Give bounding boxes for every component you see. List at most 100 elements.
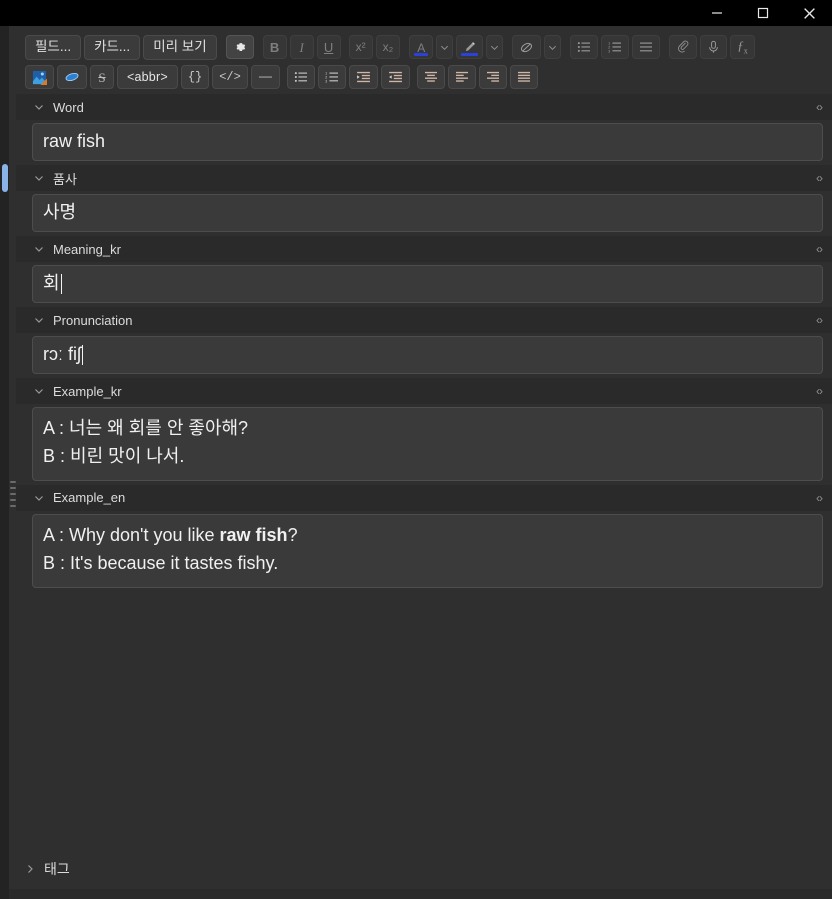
- bullet-list-button-2[interactable]: [286, 65, 315, 89]
- svg-text:3: 3: [608, 49, 610, 53]
- field-input[interactable]: 회: [32, 265, 823, 303]
- field-header[interactable]: Example_kr ‹›: [16, 378, 832, 404]
- image-occlusion-button[interactable]: [25, 65, 54, 89]
- field-header[interactable]: Meaning_kr ‹›: [16, 236, 832, 262]
- unordered-list-button[interactable]: [570, 35, 599, 59]
- settings-button[interactable]: [225, 35, 254, 59]
- field-header[interactable]: 품사 ‹›: [16, 165, 832, 191]
- indent-button[interactable]: [348, 65, 378, 89]
- align-left-button[interactable]: [447, 65, 476, 89]
- left-scrollbar-thumb[interactable]: [2, 164, 8, 192]
- superscript-button[interactable]: x²: [348, 35, 373, 59]
- chevron-down-icon[interactable]: [32, 244, 46, 254]
- fields-button[interactable]: 필드...: [25, 34, 82, 60]
- abbr-button[interactable]: <abbr>: [117, 65, 178, 89]
- html-editor-icon[interactable]: ‹›: [816, 384, 823, 398]
- subscript-button[interactable]: x₂: [375, 35, 401, 59]
- html-editor-icon[interactable]: ‹›: [816, 242, 823, 256]
- align-right-button[interactable]: [478, 65, 507, 89]
- html-editor-icon[interactable]: ‹›: [816, 100, 823, 114]
- chevron-right-icon: [25, 864, 35, 874]
- field-value: raw fish: [43, 131, 106, 152]
- preview-button[interactable]: 미리 보기: [143, 34, 217, 60]
- paperclip-icon: [676, 40, 690, 54]
- field-drag-handle[interactable]: [10, 481, 16, 507]
- equation-button[interactable]: ƒx: [730, 35, 755, 59]
- field-input[interactable]: rɔː fiʃ: [32, 336, 823, 374]
- strikethrough-button[interactable]: S: [90, 65, 114, 89]
- text-color-button[interactable]: A: [409, 35, 434, 59]
- ordered-list-button[interactable]: 123: [601, 35, 630, 59]
- maximize-button[interactable]: [740, 0, 786, 26]
- field-input[interactable]: 사명: [32, 194, 823, 232]
- cloze-button[interactable]: [57, 65, 87, 89]
- function-fx-icon: ƒx: [737, 37, 748, 56]
- field-value: 사명: [43, 202, 77, 223]
- record-audio-button[interactable]: [700, 35, 728, 59]
- align-center-button[interactable]: [416, 65, 445, 89]
- field-block: 품사 ‹› 사명: [9, 165, 832, 232]
- html-editor-icon[interactable]: ‹›: [816, 491, 823, 505]
- bold-button[interactable]: B: [262, 35, 287, 59]
- cards-button[interactable]: 카드...: [84, 34, 141, 60]
- highlight-color-button[interactable]: [456, 35, 484, 59]
- remove-formatting-button[interactable]: [512, 35, 542, 59]
- chevron-down-icon[interactable]: [32, 102, 46, 112]
- code-button[interactable]: </>: [212, 65, 248, 89]
- html-editor-icon[interactable]: ‹›: [816, 171, 823, 185]
- outdent-button[interactable]: [380, 65, 410, 89]
- chevron-down-icon[interactable]: [32, 493, 46, 503]
- field-header[interactable]: Example_en ‹›: [16, 484, 832, 511]
- blue-ellipse-icon: [64, 70, 80, 84]
- bullet-list-icon: [294, 71, 308, 83]
- text-color-swatch: [414, 53, 429, 56]
- highlight-color-dropdown[interactable]: [486, 35, 504, 59]
- braces-button[interactable]: {}: [180, 65, 210, 89]
- editor-window: 필드... 카드... 미리 보기 B I U x² x₂ A 1 2 3 ƒx…: [0, 26, 832, 899]
- chevron-down-icon[interactable]: [32, 315, 46, 325]
- field-header[interactable]: Pronunciation ‹›: [16, 307, 832, 333]
- maximize-icon: [757, 7, 769, 19]
- minimize-icon: [711, 7, 723, 19]
- text-caret: [82, 345, 83, 365]
- toolbar-row-secondary: S <abbr> {} </> 123: [9, 62, 832, 92]
- field-block: Example_en ‹› A : Why don't you like raw f…: [9, 484, 832, 588]
- horizontal-rule-button[interactable]: [250, 65, 280, 89]
- editor-toolbars: 필드... 카드... 미리 보기 B I U x² x₂ A 1 2 3 ƒx…: [0, 26, 832, 94]
- field-name-label: Example_en: [53, 490, 126, 506]
- align-right-icon: [486, 71, 500, 83]
- field-value: rɔː fiʃ: [43, 344, 81, 365]
- outdent-icon: [388, 71, 403, 83]
- text-caret: [60, 274, 62, 294]
- chevron-down-icon[interactable]: [32, 173, 46, 183]
- window-bottom-edge: [0, 889, 832, 899]
- chevron-down-icon[interactable]: [32, 386, 46, 396]
- field-input[interactable]: A : 너는 왜 회를 안 좋아해? B : 비린 맛이 나서.: [32, 407, 823, 481]
- tags-section[interactable]: 태그: [9, 849, 832, 889]
- close-button[interactable]: [786, 0, 832, 26]
- minimize-button[interactable]: [694, 0, 740, 26]
- field-name-label: Word: [53, 99, 84, 115]
- italic-button[interactable]: I: [289, 35, 314, 59]
- underline-button[interactable]: U: [316, 35, 341, 59]
- text-color-dropdown[interactable]: [436, 35, 454, 59]
- justify-button[interactable]: [632, 35, 661, 59]
- field-header[interactable]: Word ‹›: [16, 94, 832, 120]
- html-editor-icon[interactable]: ‹›: [816, 313, 823, 327]
- numbered-list-button-2[interactable]: 123: [317, 65, 346, 89]
- bullet-list-icon: [577, 41, 591, 53]
- field-input[interactable]: raw fish: [32, 123, 823, 161]
- remove-formatting-dropdown[interactable]: [544, 35, 562, 59]
- field-name-label: Example_kr: [53, 383, 122, 399]
- gear-icon: [233, 40, 247, 54]
- field-input[interactable]: A : Why don't you like raw fish? B : It's…: [32, 513, 823, 588]
- field-line: A : Why don't you like raw fish?: [43, 524, 298, 545]
- left-scrollbar-track[interactable]: [0, 26, 9, 899]
- align-justify-button-2[interactable]: [509, 65, 538, 89]
- text-color-letter: A: [417, 40, 426, 55]
- field-block: Pronunciation ‹› rɔː fiʃ: [9, 307, 832, 374]
- align-center-icon: [424, 71, 438, 83]
- tags-label: 태그: [44, 861, 70, 877]
- attachment-button[interactable]: [669, 35, 698, 59]
- field-name-label: 품사: [53, 171, 77, 187]
